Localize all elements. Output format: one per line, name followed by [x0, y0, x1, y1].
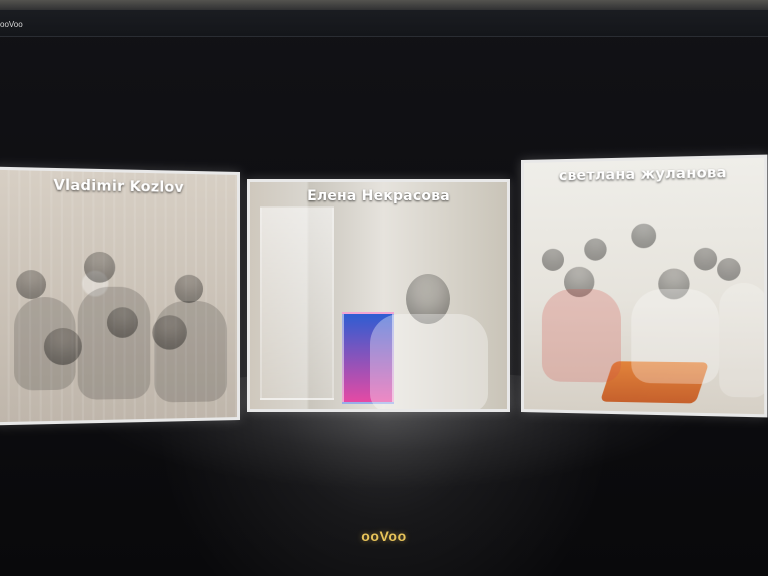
participant-face	[584, 238, 607, 261]
participant-name-label: Елена Некрасова	[307, 188, 450, 204]
participant-tile-svetlana[interactable]: светлана жуланова	[521, 154, 768, 418]
participant-body	[77, 286, 151, 400]
window-title: ooVoo	[0, 20, 23, 29]
participant-face	[83, 251, 116, 283]
window-titlebar: ooVoo	[0, 0, 768, 37]
participant-body	[154, 301, 228, 403]
participant-body	[719, 282, 768, 398]
participant-tile-elena[interactable]: Елена Некрасова	[247, 179, 510, 412]
participant-tile-vladimir[interactable]: Vladimir Kozlov	[0, 166, 241, 426]
participant-face	[541, 248, 565, 271]
room-window-light	[260, 206, 334, 400]
participant-face	[693, 247, 718, 271]
participant-face	[631, 223, 657, 249]
participant-body	[541, 289, 621, 383]
video-call-screen: ooVoo Vladimir Kozlov Елена Некрасова св…	[0, 0, 768, 576]
participant-face	[717, 257, 741, 281]
titlebar-top-strip	[0, 0, 768, 10]
oovoo-logo: ooVoo	[361, 528, 407, 544]
participant-body	[370, 314, 488, 409]
participant-face	[174, 274, 204, 304]
participant-body	[631, 289, 720, 385]
participant-face	[16, 270, 47, 300]
participant-body	[14, 297, 76, 391]
